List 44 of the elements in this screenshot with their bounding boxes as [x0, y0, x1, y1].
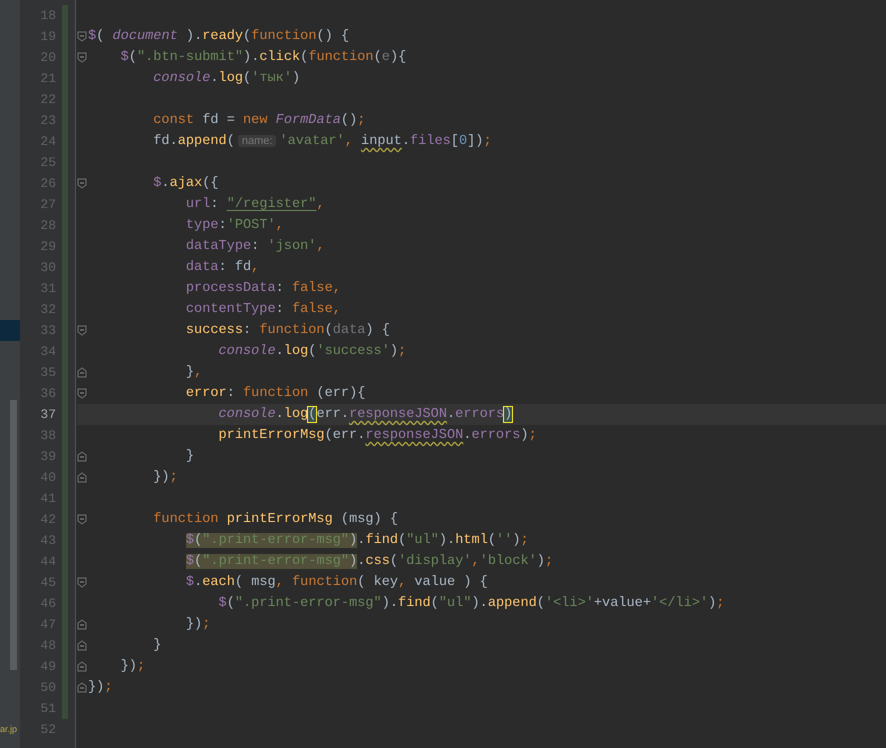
- code-line: fd.append( name: 'avatar', input.files[0]);: [152, 133, 492, 151]
- code-line: $(".print-error-msg").find("ul").append('<li>'+value+'</li>');: [218, 595, 724, 613]
- fold-marker-icon[interactable]: [77, 577, 87, 588]
- code-line: $(".btn-submit").click(function(e){: [120, 49, 406, 67]
- code-line: type:'POST',: [184, 217, 284, 235]
- fold-marker-icon[interactable]: [77, 640, 87, 651]
- fold-marker-icon[interactable]: [77, 178, 87, 189]
- code-line: processData: false,: [184, 280, 341, 298]
- code-line: });: [184, 616, 210, 634]
- fold-marker-icon[interactable]: [77, 388, 87, 399]
- code-line: },: [184, 364, 202, 382]
- fold-marker-icon[interactable]: [77, 661, 87, 672]
- code-line: $.each( msg, function( key, value ) {: [184, 574, 488, 592]
- code-line: success: function(data) {: [184, 322, 390, 340]
- fold-marker-icon[interactable]: [77, 682, 87, 693]
- fold-marker-icon[interactable]: [77, 367, 87, 378]
- fold-marker-icon[interactable]: [77, 325, 87, 336]
- code-line: contentType: false,: [184, 301, 341, 319]
- code-line: const fd = new FormData();: [152, 112, 366, 130]
- scrollbar-thumb[interactable]: [10, 400, 17, 670]
- code-line: }: [184, 448, 194, 466]
- code-line: dataType: 'json',: [184, 238, 325, 256]
- code-line: url: "/register",: [184, 196, 325, 214]
- fold-marker-icon[interactable]: [77, 52, 87, 63]
- fold-marker-icon[interactable]: [77, 31, 87, 42]
- code-line: });: [152, 469, 178, 487]
- code-line: error: function (err){: [184, 385, 366, 403]
- code-line: console.log(err.responseJSON.errors): [218, 406, 512, 424]
- code-line: });: [120, 658, 146, 676]
- code-line: console.log('тык'): [152, 70, 300, 88]
- fold-marker-icon[interactable]: [77, 451, 87, 462]
- code-line: console.log('success');: [218, 343, 406, 361]
- code-line: }: [152, 637, 162, 655]
- fold-marker-icon[interactable]: [77, 472, 87, 483]
- code-line: $( document ).ready(function() {: [88, 28, 350, 46]
- fold-marker-icon[interactable]: [77, 619, 87, 630]
- file-name[interactable]: ar.jp: [0, 719, 18, 740]
- code-line: });: [88, 679, 112, 697]
- code-line: $.ajax({: [152, 175, 219, 193]
- code-line: function printErrorMsg (msg) {: [152, 511, 398, 529]
- fold-marker-icon[interactable]: [77, 514, 87, 525]
- code-line: data: fd,: [184, 259, 260, 277]
- code-line: printErrorMsg(err.responseJSON.errors);: [218, 427, 537, 445]
- line-number: 37: [40, 406, 56, 424]
